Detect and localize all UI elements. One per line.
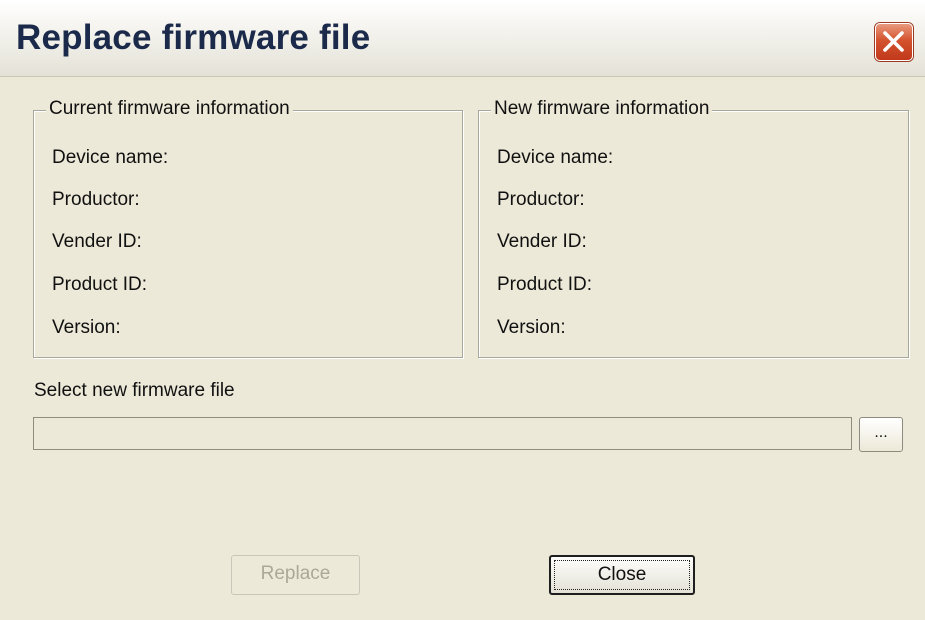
browse-button[interactable]: ... [859, 417, 903, 452]
new-firmware-group: New firmware information Device name: Pr… [478, 98, 909, 358]
current-vender-id-label: Vender ID: [52, 231, 142, 252]
new-firmware-legend: New firmware information [491, 98, 713, 120]
close-button-label: Close [554, 560, 690, 590]
new-productor-label: Productor: [497, 189, 585, 210]
current-firmware-group: Current firmware information Device name… [33, 98, 463, 358]
current-version-label: Version: [52, 317, 121, 338]
dialog-window: Replace firmware file Current firmware i… [0, 0, 925, 620]
close-button[interactable]: Close [549, 555, 695, 595]
window-title: Replace firmware file [16, 18, 371, 57]
new-vender-id-label: Vender ID: [497, 231, 587, 252]
current-product-id-label: Product ID: [52, 274, 148, 295]
current-firmware-legend: Current firmware information [46, 98, 293, 120]
current-device-name-label: Device name: [52, 147, 169, 168]
firmware-path-field[interactable] [33, 417, 852, 450]
window-close-button[interactable] [875, 23, 913, 61]
select-file-label: Select new firmware file [34, 380, 235, 401]
current-productor-label: Productor: [52, 189, 140, 210]
new-product-id-label: Product ID: [497, 274, 593, 295]
new-version-label: Version: [497, 317, 566, 338]
title-bar[interactable]: Replace firmware file [0, 0, 925, 77]
new-device-name-label: Device name: [497, 147, 614, 168]
replace-button[interactable]: Replace [231, 555, 360, 595]
